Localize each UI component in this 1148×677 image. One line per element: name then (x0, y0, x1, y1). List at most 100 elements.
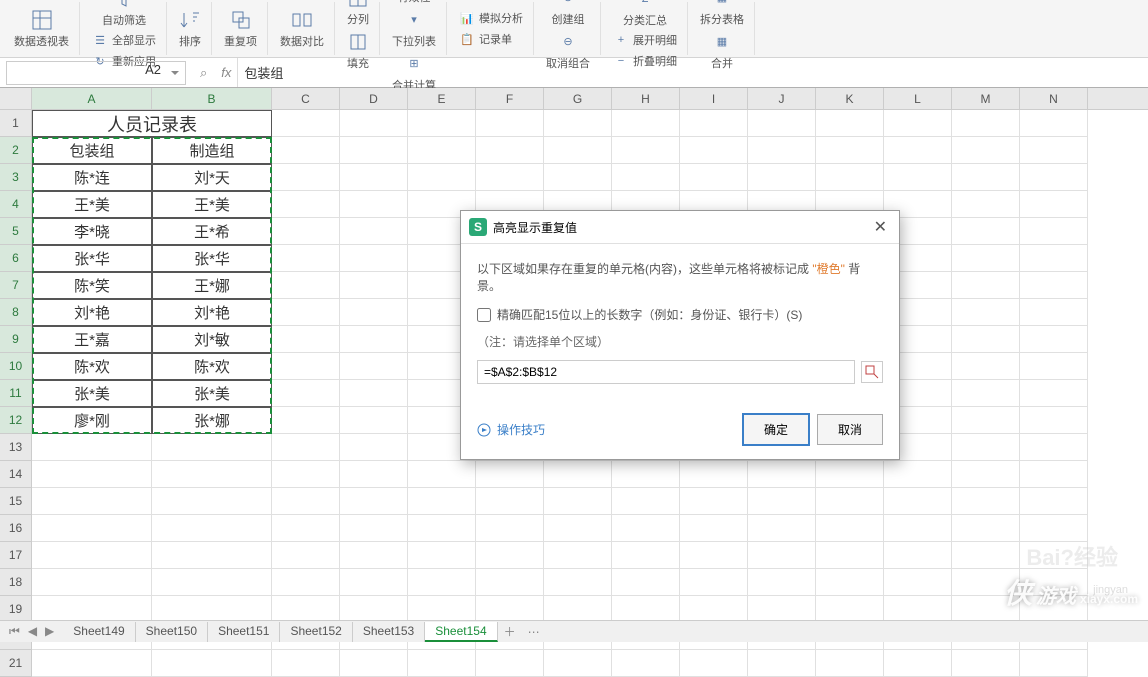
cell[interactable] (340, 542, 408, 569)
show-all-button[interactable]: ☰全部显示 (88, 30, 160, 50)
cell[interactable] (816, 569, 884, 596)
cell[interactable] (476, 110, 544, 137)
cell[interactable] (816, 488, 884, 515)
table-header[interactable]: 包装组 (32, 137, 152, 164)
cell[interactable] (952, 191, 1020, 218)
table-cell[interactable]: 王*娜 (152, 272, 272, 299)
group-button[interactable]: ⊕ 创建组 (548, 0, 589, 29)
cell[interactable] (952, 515, 1020, 542)
cell[interactable] (612, 488, 680, 515)
cell[interactable] (1020, 272, 1088, 299)
cell[interactable] (272, 650, 340, 677)
cell[interactable] (272, 245, 340, 272)
cell[interactable] (1020, 191, 1088, 218)
cell[interactable] (612, 569, 680, 596)
cell[interactable] (748, 461, 816, 488)
cell[interactable] (612, 164, 680, 191)
cell[interactable] (544, 488, 612, 515)
sheet-tab-Sheet154[interactable]: Sheet154 (425, 622, 497, 642)
tab-next-icon[interactable]: ▶ (42, 624, 57, 639)
col-header-I[interactable]: I (680, 88, 748, 109)
row-header-15[interactable]: 15 (0, 488, 31, 515)
cell[interactable] (884, 650, 952, 677)
cell[interactable] (952, 380, 1020, 407)
table-cell[interactable]: 王*美 (152, 191, 272, 218)
cell[interactable] (612, 542, 680, 569)
cell[interactable] (340, 407, 408, 434)
cell[interactable] (816, 542, 884, 569)
cell[interactable] (340, 110, 408, 137)
exact-match-checkbox-row[interactable]: 精确匹配15位以上的长数字（例如：身份证、银行卡）(S) (477, 306, 883, 323)
cell[interactable] (272, 137, 340, 164)
cell[interactable] (952, 434, 1020, 461)
row-header-2[interactable]: 2 (0, 137, 31, 164)
cell[interactable] (544, 569, 612, 596)
cell[interactable] (952, 407, 1020, 434)
cell[interactable] (748, 569, 816, 596)
cell[interactable] (816, 137, 884, 164)
cell[interactable] (748, 110, 816, 137)
cell[interactable] (952, 461, 1020, 488)
pivot-table-button[interactable]: 数据透视表 (10, 7, 73, 51)
cell[interactable] (680, 515, 748, 542)
sheet-tab-Sheet152[interactable]: Sheet152 (280, 622, 352, 642)
cell[interactable] (408, 461, 476, 488)
sheet-tab-Sheet150[interactable]: Sheet150 (136, 622, 208, 642)
row-header-3[interactable]: 3 (0, 164, 31, 191)
cancel-button[interactable]: 取消 (817, 414, 883, 445)
row-header-19[interactable]: 19 (0, 596, 31, 623)
cell[interactable] (340, 569, 408, 596)
tab-prev-icon[interactable]: ◀ (25, 624, 40, 639)
cell[interactable] (816, 110, 884, 137)
cell[interactable] (612, 461, 680, 488)
row-header-14[interactable]: 14 (0, 461, 31, 488)
cell[interactable] (152, 461, 272, 488)
cell[interactable] (408, 488, 476, 515)
cell[interactable] (340, 461, 408, 488)
tab-first-icon[interactable]: ⏮ (6, 624, 23, 639)
expand-button[interactable]: +展开明细 (609, 30, 681, 50)
col-header-J[interactable]: J (748, 88, 816, 109)
cell[interactable] (272, 569, 340, 596)
cell[interactable] (476, 650, 544, 677)
cell[interactable] (680, 569, 748, 596)
cell[interactable] (952, 137, 1020, 164)
cell[interactable] (544, 461, 612, 488)
cell[interactable] (476, 542, 544, 569)
cell[interactable] (680, 137, 748, 164)
cell[interactable] (340, 218, 408, 245)
duplicates-button[interactable]: 重复项 (220, 7, 261, 51)
cell[interactable] (884, 488, 952, 515)
cell[interactable] (152, 488, 272, 515)
row-header-9[interactable]: 9 (0, 326, 31, 353)
cell[interactable] (152, 515, 272, 542)
table-cell[interactable]: 刘*敏 (152, 326, 272, 353)
cell[interactable] (748, 137, 816, 164)
row-header-16[interactable]: 16 (0, 515, 31, 542)
form-button[interactable]: 📋记录单 (455, 29, 527, 49)
table-cell[interactable]: 王*希 (152, 218, 272, 245)
cell[interactable] (32, 434, 152, 461)
cell[interactable] (340, 515, 408, 542)
cell[interactable] (1020, 353, 1088, 380)
cell[interactable] (680, 596, 748, 623)
cell[interactable] (272, 434, 340, 461)
add-sheet-button[interactable]: ＋ (498, 623, 522, 640)
col-header-E[interactable]: E (408, 88, 476, 109)
cell[interactable] (1020, 326, 1088, 353)
close-icon[interactable]: ✕ (870, 217, 891, 237)
row-header-12[interactable]: 12 (0, 407, 31, 434)
cell[interactable] (340, 164, 408, 191)
col-header-H[interactable]: H (612, 88, 680, 109)
row-header-11[interactable]: 11 (0, 380, 31, 407)
cell[interactable] (272, 380, 340, 407)
whatif-button[interactable]: 📊模拟分析 (455, 8, 527, 28)
cell[interactable] (272, 326, 340, 353)
cell[interactable] (1020, 488, 1088, 515)
row-header-5[interactable]: 5 (0, 218, 31, 245)
dropdown-button[interactable]: ▾ 下拉列表 (388, 7, 440, 51)
col-header-D[interactable]: D (340, 88, 408, 109)
cell[interactable] (340, 191, 408, 218)
cell[interactable] (408, 164, 476, 191)
name-box[interactable]: A2 (6, 61, 186, 85)
